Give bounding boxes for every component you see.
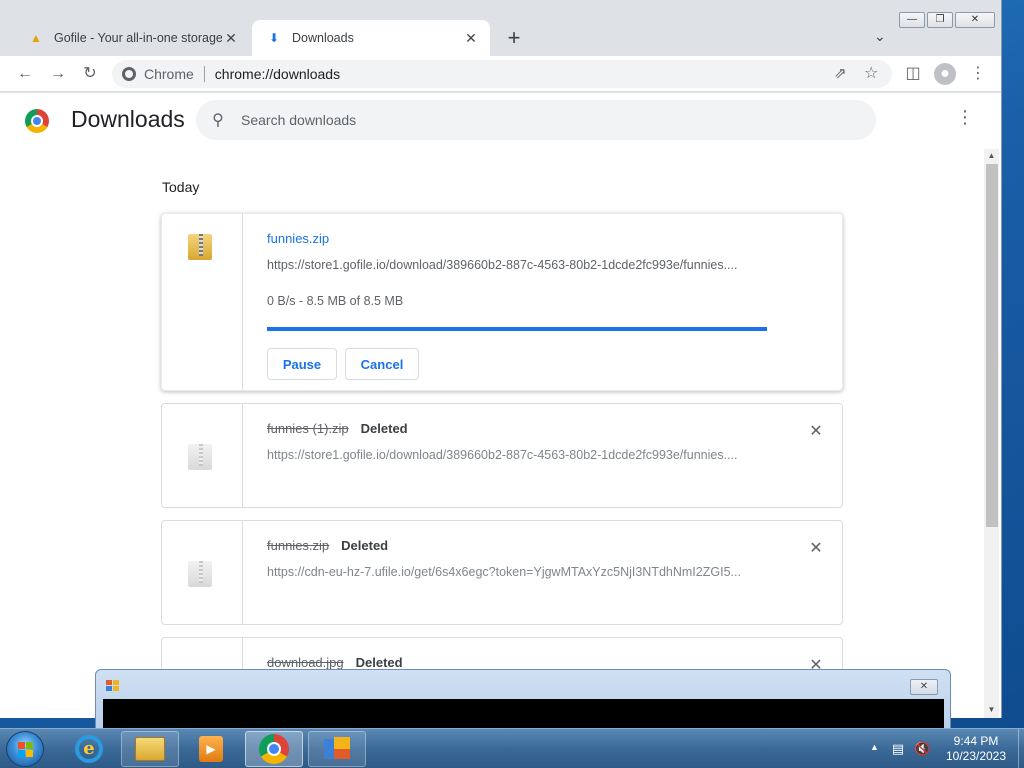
reload-icon[interactable]: ↻ — [79, 63, 101, 85]
download-status: 0 B/s - 8.5 MB of 8.5 MB — [267, 294, 404, 308]
folder-icon — [135, 737, 165, 761]
volume-muted-icon[interactable]: 🔇 — [914, 741, 930, 757]
filename-row: funnies (1).zip Deleted — [267, 421, 408, 436]
tab-search-chevron-icon[interactable]: ⌄ — [874, 28, 886, 45]
source-url[interactable]: https://cdn-eu-hz-7.ufile.io/get/6s4x6eg… — [267, 565, 767, 579]
source-url[interactable]: https://store1.gofile.io/download/389660… — [267, 258, 767, 272]
share-icon[interactable]: ⇗ — [834, 64, 847, 82]
clock-date: 10/23/2023 — [945, 749, 1007, 763]
tab-close-icon[interactable]: ✕ — [222, 30, 240, 47]
scroll-down-arrow-icon[interactable]: ▼ — [984, 703, 999, 717]
search-icon: ⚲ — [212, 112, 224, 129]
browser-toolbar: ← → ↻ Chrome chrome://downloads ⇗ ☆ ◫ ● … — [0, 56, 1001, 92]
page-scrollbar[interactable]: ▲ ▼ — [984, 149, 999, 718]
omnibox-divider — [203, 66, 205, 82]
clock-time: 9:44 PM — [953, 734, 999, 748]
internet-explorer-taskbar-button[interactable]: e — [60, 731, 118, 767]
tab-close-icon[interactable]: ✕ — [462, 30, 480, 47]
pause-button[interactable]: Pause — [267, 348, 337, 380]
chrome-logo-icon — [25, 109, 49, 133]
scroll-up-arrow-icon[interactable]: ▲ — [984, 149, 999, 163]
scroll-thumb[interactable] — [986, 164, 998, 527]
show-desktop-button[interactable] — [1018, 729, 1024, 768]
filename-row: funnies.zip — [267, 231, 329, 246]
zip-file-icon — [188, 440, 214, 470]
profile-avatar-icon[interactable]: ● — [934, 63, 956, 85]
browser-window: — ❐ ✕ ▲ Gofile - Your all-in-one storage… — [0, 0, 1002, 718]
date-section-label: Today — [162, 179, 200, 195]
page-title: Downloads — [71, 106, 185, 132]
media-player-icon: ▶ — [199, 736, 223, 762]
zip-file-icon — [188, 230, 214, 260]
file-icon-column — [162, 404, 243, 507]
zip-file-icon — [188, 557, 214, 587]
tab-downloads[interactable]: ⬇ Downloads ✕ — [252, 20, 490, 56]
app-window-icon — [324, 737, 350, 761]
deleted-tag: Deleted — [360, 421, 408, 436]
progress-bar-fill — [267, 327, 767, 331]
chrome-icon — [259, 734, 289, 764]
close-window-button[interactable]: ✕ — [910, 679, 938, 695]
progress-bar — [267, 327, 767, 331]
filename-row: download.jpg Deleted — [267, 655, 403, 670]
gofile-favicon-icon: ▲ — [30, 31, 42, 45]
network-icon[interactable]: ▤ — [890, 741, 906, 757]
chip-label: Chrome — [144, 66, 194, 82]
internet-explorer-icon: e — [75, 735, 103, 763]
downloads-header: Downloads ⚲ ⋮ — [0, 93, 1000, 147]
deleted-tag: Deleted — [341, 538, 389, 553]
remove-from-list-icon[interactable]: ✕ — [808, 538, 824, 558]
search-box[interactable]: ⚲ — [196, 100, 876, 140]
tab-title: Downloads — [292, 31, 354, 45]
bookmark-star-icon[interactable]: ☆ — [864, 63, 878, 83]
filename-link[interactable]: funnies.zip — [267, 231, 329, 246]
filename-row: funnies.zip Deleted — [267, 538, 388, 553]
cancel-button[interactable]: Cancel — [345, 348, 419, 380]
remove-from-list-icon[interactable]: ✕ — [808, 421, 824, 441]
download-item: funnies.zip https://store1.gofile.io/dow… — [161, 213, 843, 391]
search-input[interactable] — [241, 112, 841, 128]
filename-text: download.jpg — [267, 655, 344, 670]
download-item: funnies.zip Deleted https://cdn-eu-hz-7.… — [161, 520, 843, 625]
file-icon-column — [162, 214, 243, 390]
deleted-tag: Deleted — [355, 655, 403, 670]
show-hidden-icons-icon[interactable]: ▲ — [870, 742, 879, 752]
back-arrow-icon[interactable]: ← — [14, 63, 36, 85]
new-tab-button[interactable]: + — [502, 26, 526, 50]
more-actions-icon[interactable]: ⋮ — [955, 107, 975, 128]
filename-text: funnies (1).zip — [267, 421, 349, 436]
chrome-icon — [122, 67, 136, 81]
tab-gofile[interactable]: ▲ Gofile - Your all-in-one storage s ✕ — [14, 20, 250, 56]
taskbar: e ▶ ▲ ▤ 🔇 9:44 PM 10/23/2023 — [0, 728, 1024, 768]
app-window-icon — [106, 680, 120, 692]
start-button[interactable] — [6, 731, 44, 767]
url-text[interactable]: chrome://downloads — [215, 66, 340, 82]
windows-logo-icon — [18, 742, 34, 758]
media-player-taskbar-button[interactable]: ▶ — [182, 731, 240, 767]
tab-title: Gofile - Your all-in-one storage s — [54, 31, 222, 45]
download-item: funnies (1).zip Deleted https://store1.g… — [161, 403, 843, 508]
app-taskbar-button[interactable] — [308, 731, 366, 767]
tab-strip: ▲ Gofile - Your all-in-one storage s ✕ ⬇… — [0, 20, 1001, 56]
site-info-chip[interactable]: Chrome — [122, 66, 194, 82]
file-explorer-taskbar-button[interactable] — [121, 731, 179, 767]
filename-text: funnies.zip — [267, 538, 330, 553]
source-url[interactable]: https://store1.gofile.io/download/389660… — [267, 448, 767, 462]
file-icon-column — [162, 521, 243, 624]
download-favicon-icon: ⬇ — [268, 31, 280, 45]
console-window[interactable]: ✕ — [95, 669, 951, 730]
system-tray: ▲ ▤ 🔇 9:44 PM 10/23/2023 — [864, 729, 1024, 768]
downloads-page: Downloads ⚲ ⋮ Today funnies.zip https://… — [0, 93, 1001, 718]
browser-menu-icon[interactable]: ⋮ — [967, 63, 989, 85]
chrome-taskbar-button[interactable] — [245, 731, 303, 767]
clock[interactable]: 9:44 PM 10/23/2023 — [940, 734, 1012, 764]
side-panel-icon[interactable]: ◫ — [902, 63, 924, 85]
console-content — [103, 699, 944, 730]
address-bar[interactable]: Chrome chrome://downloads ⇗ ☆ — [112, 60, 892, 88]
forward-arrow-icon[interactable]: → — [47, 63, 69, 85]
